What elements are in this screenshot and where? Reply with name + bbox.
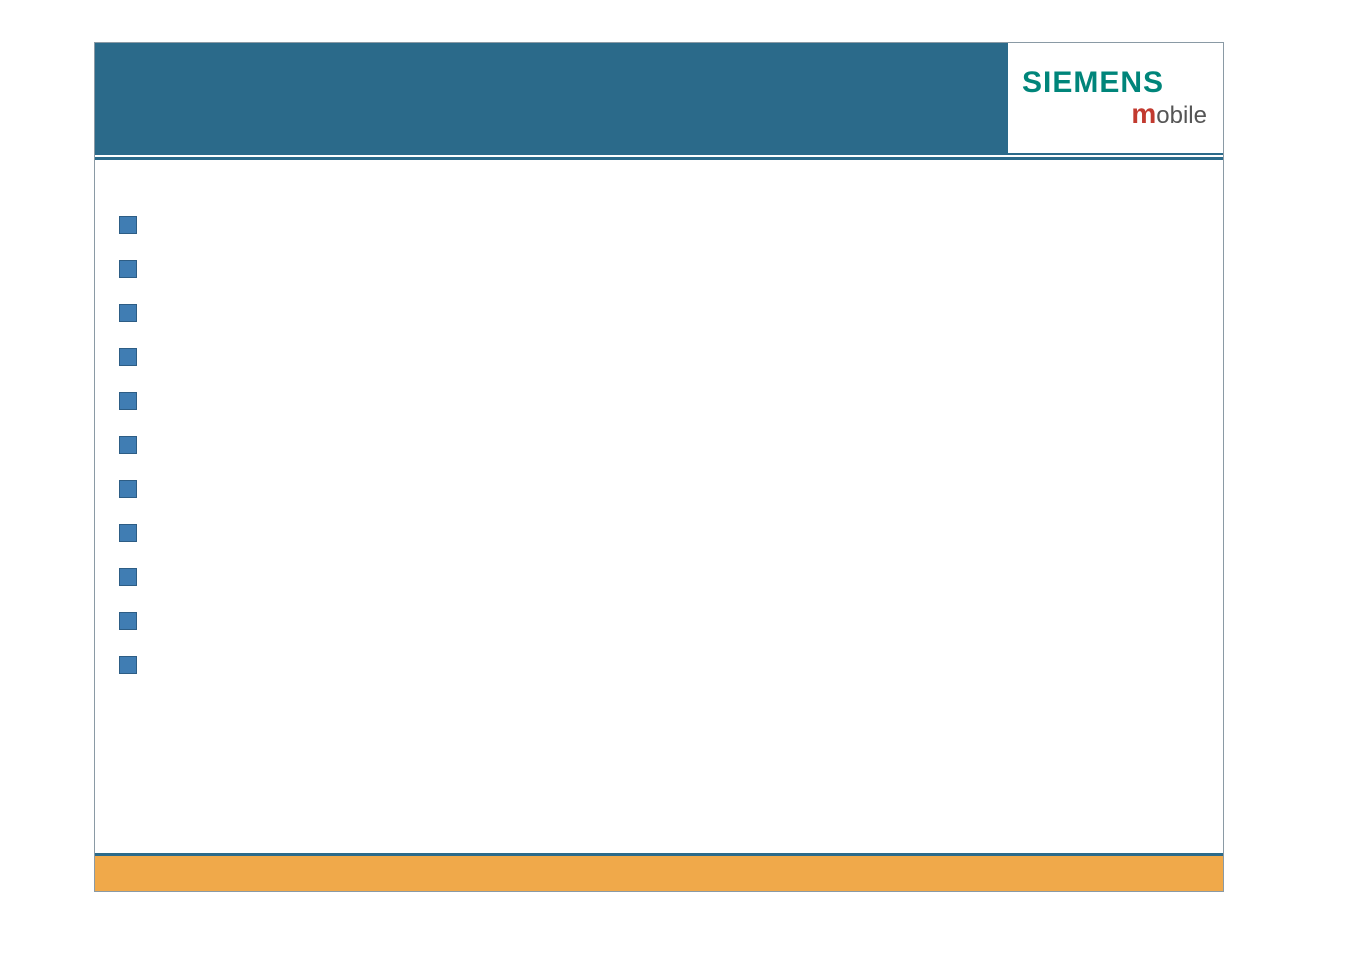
- bullet-icon: [119, 436, 137, 454]
- logo-brand: SIEMENS: [1022, 68, 1164, 98]
- list-item: [119, 247, 1199, 291]
- list-item: [119, 511, 1199, 555]
- bullet-icon: [119, 656, 137, 674]
- title-bar: [95, 43, 1008, 155]
- list-item: [119, 423, 1199, 467]
- logo-area: SIEMENS mobile: [1008, 43, 1223, 155]
- bullet-icon: [119, 480, 137, 498]
- bullet-icon: [119, 612, 137, 630]
- footer-bar: [95, 853, 1223, 891]
- list-item: [119, 291, 1199, 335]
- header: SIEMENS mobile: [95, 43, 1223, 155]
- slide: SIEMENS mobile: [94, 42, 1224, 892]
- list-item: [119, 379, 1199, 423]
- bullet-icon: [119, 348, 137, 366]
- list-item: [119, 335, 1199, 379]
- list-item: [119, 555, 1199, 599]
- logo-subbrand: mobile: [1131, 100, 1213, 128]
- list-item: [119, 467, 1199, 511]
- bullet-icon: [119, 260, 137, 278]
- bullet-icon: [119, 392, 137, 410]
- bullet-icon: [119, 524, 137, 542]
- logo-sub-rest: obile: [1156, 102, 1207, 129]
- header-underline: [95, 157, 1223, 160]
- bullet-icon: [119, 568, 137, 586]
- bullet-icon: [119, 216, 137, 234]
- list-item: [119, 203, 1199, 247]
- bullet-icon: [119, 304, 137, 322]
- list-item: [119, 599, 1199, 643]
- logo-sub-m: m: [1131, 98, 1156, 129]
- content-area: [119, 203, 1199, 687]
- list-item: [119, 643, 1199, 687]
